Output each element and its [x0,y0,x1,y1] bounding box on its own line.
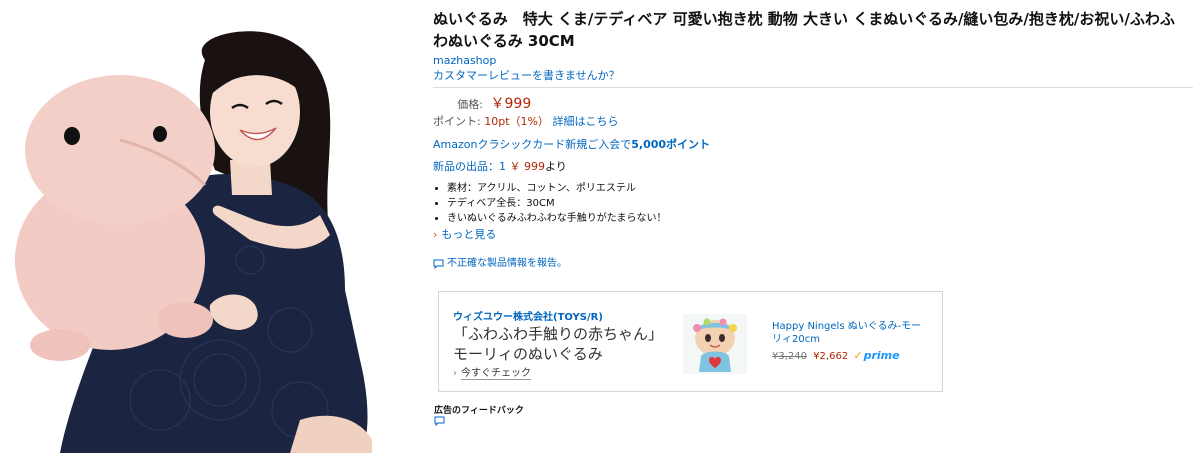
write-review-link[interactable]: カスタマーレビューを書きませんか？ [433,68,1193,83]
price-value: ￥999 [490,96,532,112]
card-promo-text: Amazonクラシックカード新規ご入会で [433,138,632,151]
new-offers-label[interactable]: 新品の出品：1 [433,160,506,173]
new-offers-price: ￥ 999 [509,160,546,173]
ad-cta-label: 今すぐチェック [461,368,531,380]
product-details: ぬいぐるみ 特大 くま/テディベア 可愛い抱き枕 動物 大きい くまぬいぐるみ/… [433,8,1193,271]
product-main-image[interactable] [0,0,410,453]
points-label: ポイント: [433,115,481,128]
credit-card-promo[interactable]: Amazonクラシックカード新規ご入会で5,000ポイント [433,137,1193,153]
feature-bullets: 素材：アクリル、コットン、ポリエステル テディベア全長：30CM きいぬいぐるみ… [433,181,1193,226]
sponsored-ad[interactable]: ウィズユウー株式会社(TOYS/R) 「ふわふわ手触りの赤ちゃん」モーリィのぬい… [438,291,943,392]
card-promo-points: 5,000ポイント [631,138,711,151]
ad-product-image[interactable] [683,314,747,374]
brand-link[interactable]: mazhashop [433,54,1193,68]
report-issue-label: 不正確な製品情報を報告。 [447,258,567,269]
ad-new-price: ¥2,662 [813,351,849,362]
ad-cta-link[interactable]: › 今すぐチェック [453,364,531,380]
ad-headline[interactable]: 「ふわふわ手触りの赤ちゃん」モーリィのぬいぐるみ [453,324,663,364]
ad-product-name[interactable]: Happy Ningels ぬいぐるみ-モーリィ20cm [772,320,922,346]
feature-item: テディベア全長：30CM [447,196,1193,211]
ad-feedback-link[interactable]: 広告のフィードバック [434,403,524,416]
feature-item: きいぬいぐるみふわふわな手触りがたまらない！ [447,211,1193,226]
see-more-link[interactable]: › もっと見る [433,227,1193,243]
chevron-right-icon: › [453,368,457,379]
product-title: ぬいぐるみ 特大 くま/テディベア 可愛い抱き枕 動物 大きい くまぬいぐるみ/… [433,10,1175,50]
points-detail-link[interactable]: 詳細はこちら [552,115,618,128]
feature-item: 素材：アクリル、コットン、ポリエステル [447,181,1193,196]
points-value: 10pt（1%） [484,115,549,128]
new-offers-suffix: より [545,160,567,173]
price-row: 価格: ￥999 [433,96,1193,113]
prime-label: prime [863,349,900,362]
price-label: 価格: [457,98,483,111]
prime-badge: ✓ prime [853,349,899,362]
speech-bubble-icon [433,259,444,269]
report-issue-link[interactable]: 不正確な製品情報を報告。 [433,257,1193,271]
ad-prices: ¥3,240 ¥2,662 ✓ prime [772,349,900,362]
speech-bubble-icon[interactable] [434,416,445,426]
prime-check-icon: ✓ [853,349,863,362]
see-more-label: もっと見る [441,228,497,241]
ad-old-price: ¥3,240 [772,351,807,362]
divider [433,87,1193,88]
new-offers-row[interactable]: 新品の出品：1 ￥ 999より [433,159,1193,175]
ad-company[interactable]: ウィズユウー株式会社(TOYS/R) [453,308,603,323]
points-row: ポイント: 10pt（1%） 詳細はこちら [433,113,1193,131]
chevron-right-icon: › [433,228,438,241]
